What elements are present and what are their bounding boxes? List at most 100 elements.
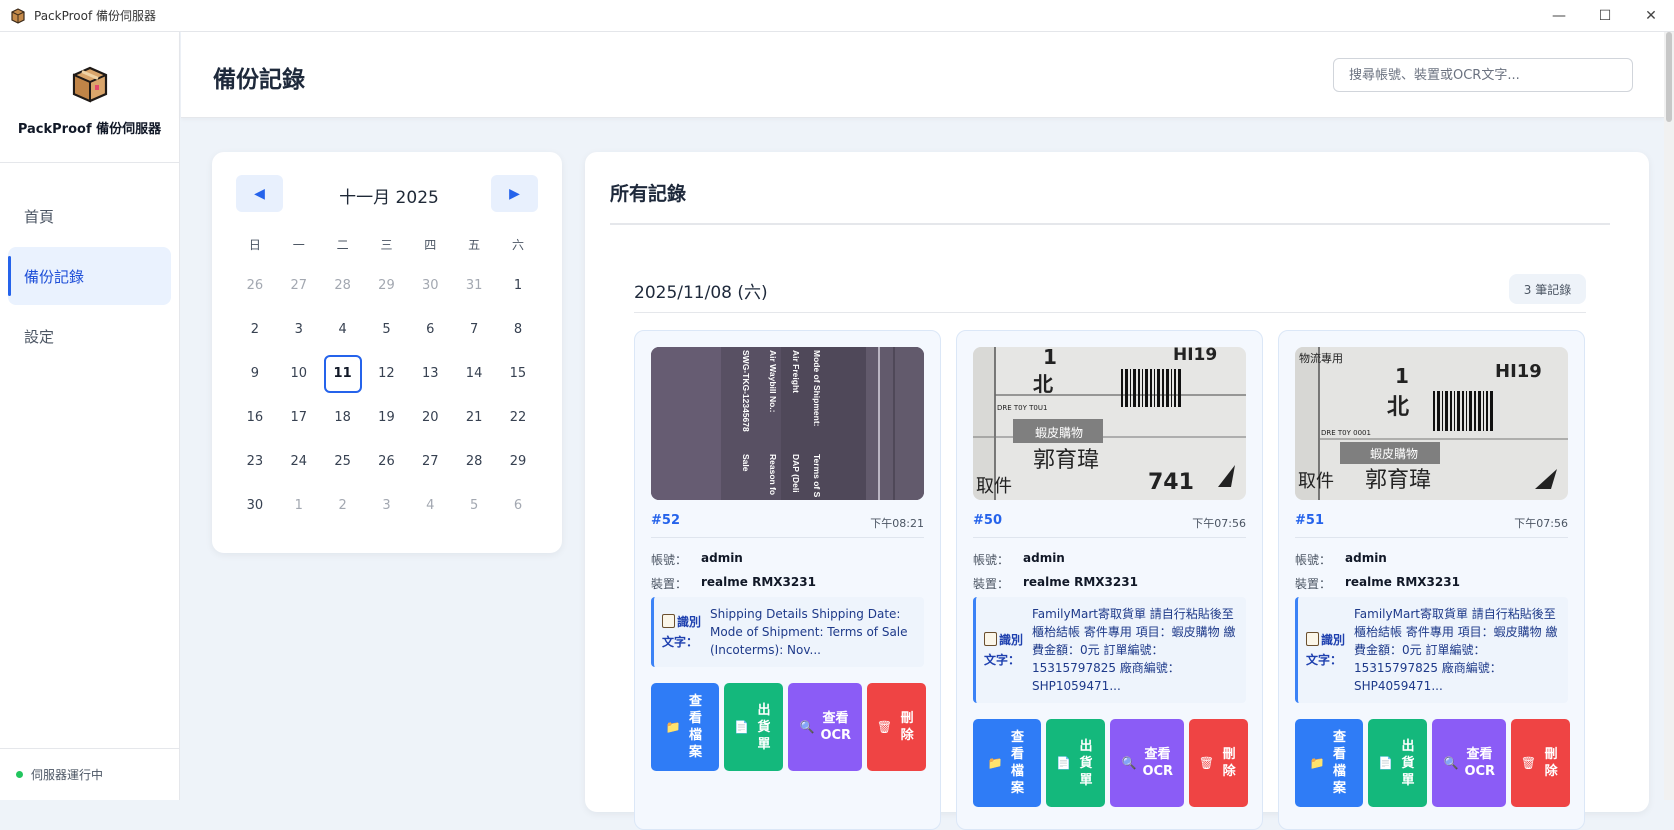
sidebar-item-home[interactable]: 首頁 [8, 187, 171, 245]
calendar-day[interactable]: 10 [277, 355, 321, 393]
search-input[interactable] [1333, 58, 1633, 92]
device-field: 裝置： realme RMX3231 [651, 575, 816, 592]
calendar-day[interactable]: 2 [321, 487, 365, 525]
device-field: 裝置： realme RMX3231 [973, 575, 1138, 592]
device-value: realme RMX3231 [1345, 575, 1460, 589]
minimize-button[interactable]: — [1536, 0, 1582, 32]
record-actions: 📁 查看檔案 📄 出貨單 🔍 查看OCR 🗑 刪除 [1295, 719, 1570, 807]
calendar-day[interactable]: 29 [496, 443, 540, 481]
calendar-day[interactable]: 8 [496, 311, 540, 349]
folder-icon: 📁 [1309, 755, 1325, 770]
calendar-day[interactable]: 27 [277, 267, 321, 305]
account-value: admin [1023, 551, 1065, 565]
calendar-day[interactable]: 4 [408, 487, 452, 525]
next-month-button[interactable]: ▶ [491, 175, 538, 212]
calendar-day[interactable]: 12 [364, 355, 408, 393]
weekday-label: 二 [336, 238, 349, 252]
calendar-week: 9 10 11 12 13 14 15 [233, 352, 540, 396]
account-label: 帳號： [973, 553, 1010, 567]
delete-button[interactable]: 🗑 刪除 [1189, 719, 1248, 807]
calendar-day[interactable]: 25 [321, 443, 365, 481]
sidebar-item-settings[interactable]: 設定 [8, 307, 171, 365]
calendar-day[interactable]: 24 [277, 443, 321, 481]
weekday-label: 日 [248, 238, 261, 252]
document-icon: 📄 [1056, 755, 1071, 770]
ocr-text-box: 識別文字： FamilyMart寄取貨單 請自行粘貼後至櫃枱結帳 寄件專用 項目… [973, 597, 1246, 703]
calendar-day[interactable]: 5 [452, 487, 496, 525]
calendar-day[interactable]: 3 [277, 311, 321, 349]
delete-button[interactable]: 🗑 刪除 [867, 683, 926, 771]
thumb-text: 物流專用 [1299, 351, 1343, 365]
calendar-day[interactable]: 28 [452, 443, 496, 481]
sidebar-item-backup-records[interactable]: 備份記錄 [8, 247, 171, 305]
record-count-badge: 3 筆記錄 [1509, 274, 1586, 304]
calendar-day[interactable]: 30 [408, 267, 452, 305]
calendar-day[interactable]: 21 [452, 399, 496, 437]
calendar-day[interactable]: 26 [365, 443, 409, 481]
calendar-day[interactable]: 18 [321, 399, 365, 437]
calendar-day[interactable]: 6 [408, 311, 452, 349]
thumb-text: 1 [1043, 347, 1057, 369]
server-status: 伺服器運行中 [0, 748, 180, 800]
thumb-text: 北 [1033, 372, 1053, 396]
maximize-button[interactable]: ☐ [1582, 0, 1628, 32]
record-card: Mode of Shipment: Air Freight Air Waybil… [634, 330, 941, 830]
view-ocr-button[interactable]: 🔍 查看OCR [788, 683, 862, 771]
sidebar: PackProof 備份伺服器 首頁 備份記錄 設定 伺服器運行中 [0, 32, 180, 800]
view-ocr-button[interactable]: 🔍 查看OCR [1110, 719, 1184, 807]
calendar-day[interactable]: 26 [233, 267, 277, 305]
delete-button[interactable]: 🗑 刪除 [1511, 719, 1570, 807]
calendar-day[interactable]: 1 [277, 487, 321, 525]
close-button[interactable]: ✕ [1628, 0, 1674, 32]
calendar-day[interactable]: 6 [496, 487, 540, 525]
thumb-text: 741 [1148, 470, 1194, 495]
shipping-slip-button[interactable]: 📄 出貨單 [1046, 719, 1105, 807]
thumb-text: 郭育瑋 [1365, 468, 1431, 493]
calendar-day[interactable]: 2 [233, 311, 277, 349]
prev-month-button[interactable]: ◀ [236, 175, 283, 212]
calendar-day[interactable]: 3 [365, 487, 409, 525]
shipping-slip-button[interactable]: 📄 出貨單 [724, 683, 783, 771]
scroll-thumb[interactable] [1666, 32, 1672, 122]
magnifier-icon: 🔍 [799, 719, 815, 734]
calendar-day[interactable]: 19 [365, 399, 409, 437]
brand-box-icon [70, 64, 110, 104]
calendar-day[interactable]: 5 [365, 311, 409, 349]
calendar-day[interactable]: 4 [321, 311, 365, 349]
calendar-day[interactable]: 14 [452, 355, 496, 393]
calendar-day[interactable]: 13 [408, 355, 452, 393]
memo-icon [984, 632, 997, 646]
calendar-day[interactable]: 7 [452, 311, 496, 349]
view-file-button[interactable]: 📁 查看檔案 [973, 719, 1041, 807]
record-thumbnail[interactable]: 物流專用 1 北 HI19 DRE T0Y 0001 取件 郭育瑋 蝦皮購物 [1295, 347, 1568, 500]
view-file-button[interactable]: 📁 查看檔案 [1295, 719, 1363, 807]
calendar-day[interactable]: 31 [452, 267, 496, 305]
record-thumbnail[interactable]: Mode of Shipment: Air Freight Air Waybil… [651, 347, 924, 500]
calendar-day[interactable]: 30 [233, 487, 277, 525]
thumb-text: 1 [1395, 364, 1409, 388]
record-thumbnail[interactable]: 1 北 HI19 DRE T0Y T0U1 取件 郭育瑋 741 蝦皮購物 [973, 347, 1246, 500]
shipping-slip-button[interactable]: 📄 出貨單 [1368, 719, 1427, 807]
calendar-day[interactable]: 1 [496, 267, 540, 305]
calendar-day[interactable]: 17 [277, 399, 321, 437]
calendar-day[interactable]: 20 [408, 399, 452, 437]
view-file-button[interactable]: 📁 查看檔案 [651, 683, 719, 771]
trash-icon: 🗑 [876, 719, 893, 734]
calendar-day[interactable]: 27 [408, 443, 452, 481]
calendar-day[interactable]: 22 [496, 399, 540, 437]
calendar-day[interactable]: 23 [233, 443, 277, 481]
device-field: 裝置： realme RMX3231 [1295, 575, 1460, 592]
calendar: ◀ 十一月 2025 ▶ 日 一 二 三 四 五 六 26 27 28 29 3… [212, 152, 562, 553]
calendar-day[interactable]: 16 [233, 399, 277, 437]
document-icon: 📄 [734, 719, 749, 734]
calendar-day[interactable]: 9 [233, 355, 277, 393]
memo-icon [1306, 632, 1319, 646]
calendar-day-selected[interactable]: 11 [323, 355, 362, 393]
page-scrollbar[interactable] [1664, 32, 1674, 800]
calendar-day[interactable]: 29 [365, 267, 409, 305]
calendar-month-label: 十一月 2025 [339, 188, 439, 208]
view-ocr-button[interactable]: 🔍 查看OCR [1432, 719, 1506, 807]
divider [610, 223, 1610, 225]
calendar-day[interactable]: 15 [496, 355, 540, 393]
calendar-day[interactable]: 28 [321, 267, 365, 305]
